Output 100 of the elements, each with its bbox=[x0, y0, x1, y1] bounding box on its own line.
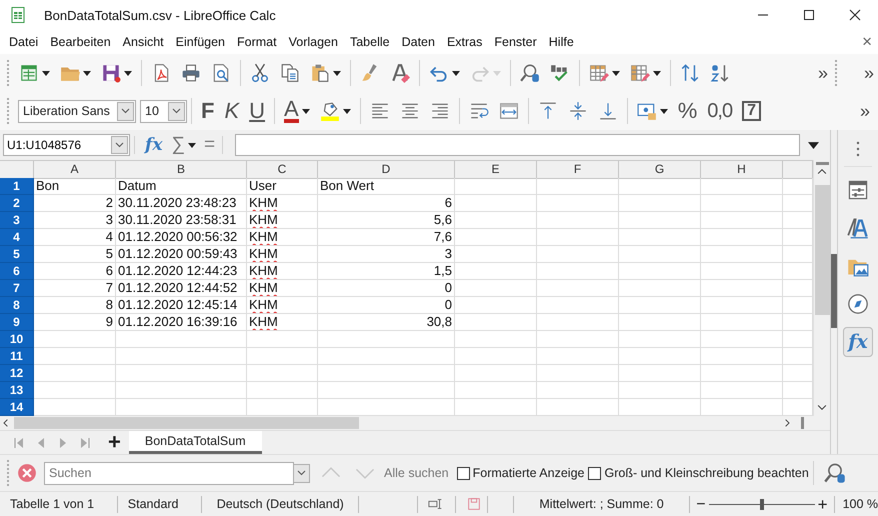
menu-item[interactable]: Tabelle bbox=[344, 32, 396, 52]
scrollbar-thumb[interactable] bbox=[14, 417, 359, 429]
row-header[interactable]: 7 bbox=[0, 280, 34, 297]
menu-item[interactable]: Daten bbox=[396, 32, 441, 52]
menu-item[interactable]: Einfügen bbox=[170, 32, 232, 52]
sum-button[interactable]: ∑ bbox=[171, 134, 185, 156]
row-header[interactable]: 1 bbox=[0, 178, 34, 195]
dropdown-button[interactable] bbox=[168, 102, 185, 120]
caret-icon[interactable] bbox=[124, 70, 132, 76]
column-header[interactable]: A bbox=[34, 161, 116, 179]
caret-icon[interactable] bbox=[83, 70, 91, 76]
caret-icon[interactable] bbox=[342, 108, 351, 114]
name-box[interactable]: U1:U1048576 bbox=[3, 134, 130, 156]
table-cell bbox=[247, 331, 318, 348]
overflow-button[interactable]: » bbox=[818, 62, 828, 84]
row-header[interactable]: 4 bbox=[0, 229, 34, 246]
zoom-in-button[interactable]: + bbox=[818, 496, 828, 512]
column-header[interactable]: C bbox=[247, 161, 318, 179]
select-all-corner[interactable] bbox=[0, 161, 34, 179]
number-box-button[interactable]: 7 bbox=[740, 101, 763, 121]
menu-item[interactable]: Fenster bbox=[488, 32, 543, 52]
expand-caret-icon[interactable] bbox=[808, 142, 819, 148]
caret-icon[interactable] bbox=[333, 70, 341, 76]
selection-mode-icon[interactable] bbox=[428, 496, 444, 512]
dropdown-button[interactable] bbox=[293, 464, 310, 482]
caret-icon[interactable] bbox=[653, 70, 661, 76]
font-size-field[interactable]: 10 bbox=[140, 100, 187, 122]
dropdown-button[interactable] bbox=[117, 102, 134, 120]
decimal-button[interactable]: 0,0 bbox=[705, 99, 734, 123]
column-header[interactable]: B bbox=[116, 161, 247, 179]
zoom-slider[interactable] bbox=[708, 498, 815, 510]
row-header[interactable]: 14 bbox=[0, 399, 34, 416]
function-wizard-button[interactable]: fx bbox=[145, 135, 162, 155]
row-header[interactable]: 13 bbox=[0, 382, 34, 399]
chevron-down-icon[interactable] bbox=[115, 142, 124, 148]
caret-icon[interactable] bbox=[612, 70, 620, 76]
column-header[interactable]: F bbox=[537, 161, 619, 179]
currency-icon[interactable] bbox=[636, 101, 657, 121]
column-header[interactable]: D bbox=[318, 161, 455, 179]
italic-button[interactable]: K bbox=[222, 99, 242, 123]
menu-item[interactable]: Datei bbox=[3, 32, 44, 52]
caret-icon[interactable] bbox=[660, 108, 668, 114]
save-icon[interactable] bbox=[101, 63, 121, 83]
font-name-field[interactable]: Liberation Sans bbox=[18, 100, 136, 122]
checkbox[interactable] bbox=[456, 466, 470, 480]
column-header[interactable]: H bbox=[701, 161, 783, 179]
caret-icon[interactable] bbox=[42, 70, 50, 76]
row-header[interactable]: 5 bbox=[0, 246, 34, 263]
formula-input-field[interactable] bbox=[235, 134, 800, 156]
caret-icon[interactable] bbox=[302, 108, 310, 114]
table-cell: 01.12.2020 12:45:14 bbox=[116, 297, 247, 314]
close-find-bar-icon[interactable] bbox=[17, 463, 37, 483]
row-header[interactable]: 12 bbox=[0, 365, 34, 382]
menu-item[interactable]: Ansicht bbox=[116, 32, 170, 52]
row-header[interactable]: 2 bbox=[0, 195, 34, 212]
table-row-button[interactable] bbox=[587, 63, 622, 83]
caret-icon[interactable] bbox=[452, 70, 460, 76]
language-indicator: Deutsch (Deutschland) bbox=[202, 496, 360, 512]
table-cell bbox=[247, 348, 318, 365]
paste-icon[interactable] bbox=[310, 63, 330, 83]
menu-item[interactable]: Vorlagen bbox=[282, 32, 344, 52]
add-sheet-button[interactable]: + bbox=[108, 431, 121, 454]
scrollbar-thumb[interactable] bbox=[814, 185, 830, 315]
row-header[interactable]: 6 bbox=[0, 263, 34, 280]
font-color-button[interactable]: A bbox=[282, 99, 312, 123]
menu-item[interactable]: Bearbeiten bbox=[44, 32, 117, 52]
percent-button[interactable]: % bbox=[676, 99, 700, 123]
bold-button[interactable]: F bbox=[199, 99, 216, 123]
menu-item[interactable]: Hilfe bbox=[542, 32, 580, 52]
search-field[interactable]: Suchen bbox=[44, 462, 294, 484]
functions-tab[interactable]: fx bbox=[843, 327, 873, 357]
menu-item[interactable]: Format bbox=[231, 32, 283, 52]
chevron-down-icon[interactable] bbox=[297, 470, 306, 476]
dropdown-caret-icon[interactable] bbox=[188, 142, 196, 148]
overflow-button[interactable]: » bbox=[860, 100, 870, 122]
column-header[interactable]: E bbox=[455, 161, 537, 179]
sidebar-collapse-handle[interactable] bbox=[831, 254, 837, 328]
find-all-button[interactable]: Alle suchen bbox=[384, 466, 449, 480]
table-cell: 3 bbox=[34, 212, 116, 229]
table-column-button[interactable] bbox=[628, 63, 663, 83]
highlighter-icon[interactable] bbox=[320, 101, 340, 121]
row-header[interactable]: 10 bbox=[0, 331, 34, 348]
dropdown-button[interactable] bbox=[111, 136, 128, 154]
checkbox[interactable] bbox=[588, 466, 602, 480]
row-header[interactable]: 9 bbox=[0, 314, 34, 331]
row-header[interactable]: 11 bbox=[0, 348, 34, 365]
zoom-out-button[interactable]: − bbox=[696, 496, 706, 512]
overflow-button[interactable]: » bbox=[864, 62, 874, 84]
sheet-tab[interactable]: BonDataTotalSum bbox=[128, 431, 262, 454]
formula-button[interactable]: = bbox=[204, 134, 216, 156]
close-document-button[interactable]: × bbox=[862, 32, 872, 52]
underline-button[interactable]: U bbox=[247, 99, 268, 123]
chevron-down-icon[interactable] bbox=[172, 108, 181, 114]
chevron-down-icon[interactable] bbox=[121, 108, 130, 114]
row-header[interactable]: 3 bbox=[0, 212, 34, 229]
row-header[interactable]: 8 bbox=[0, 297, 34, 314]
find-replace-icon[interactable] bbox=[824, 462, 846, 484]
currency-button[interactable] bbox=[634, 101, 670, 121]
menu-item[interactable]: Extras bbox=[440, 32, 488, 52]
column-header[interactable]: G bbox=[619, 161, 701, 179]
